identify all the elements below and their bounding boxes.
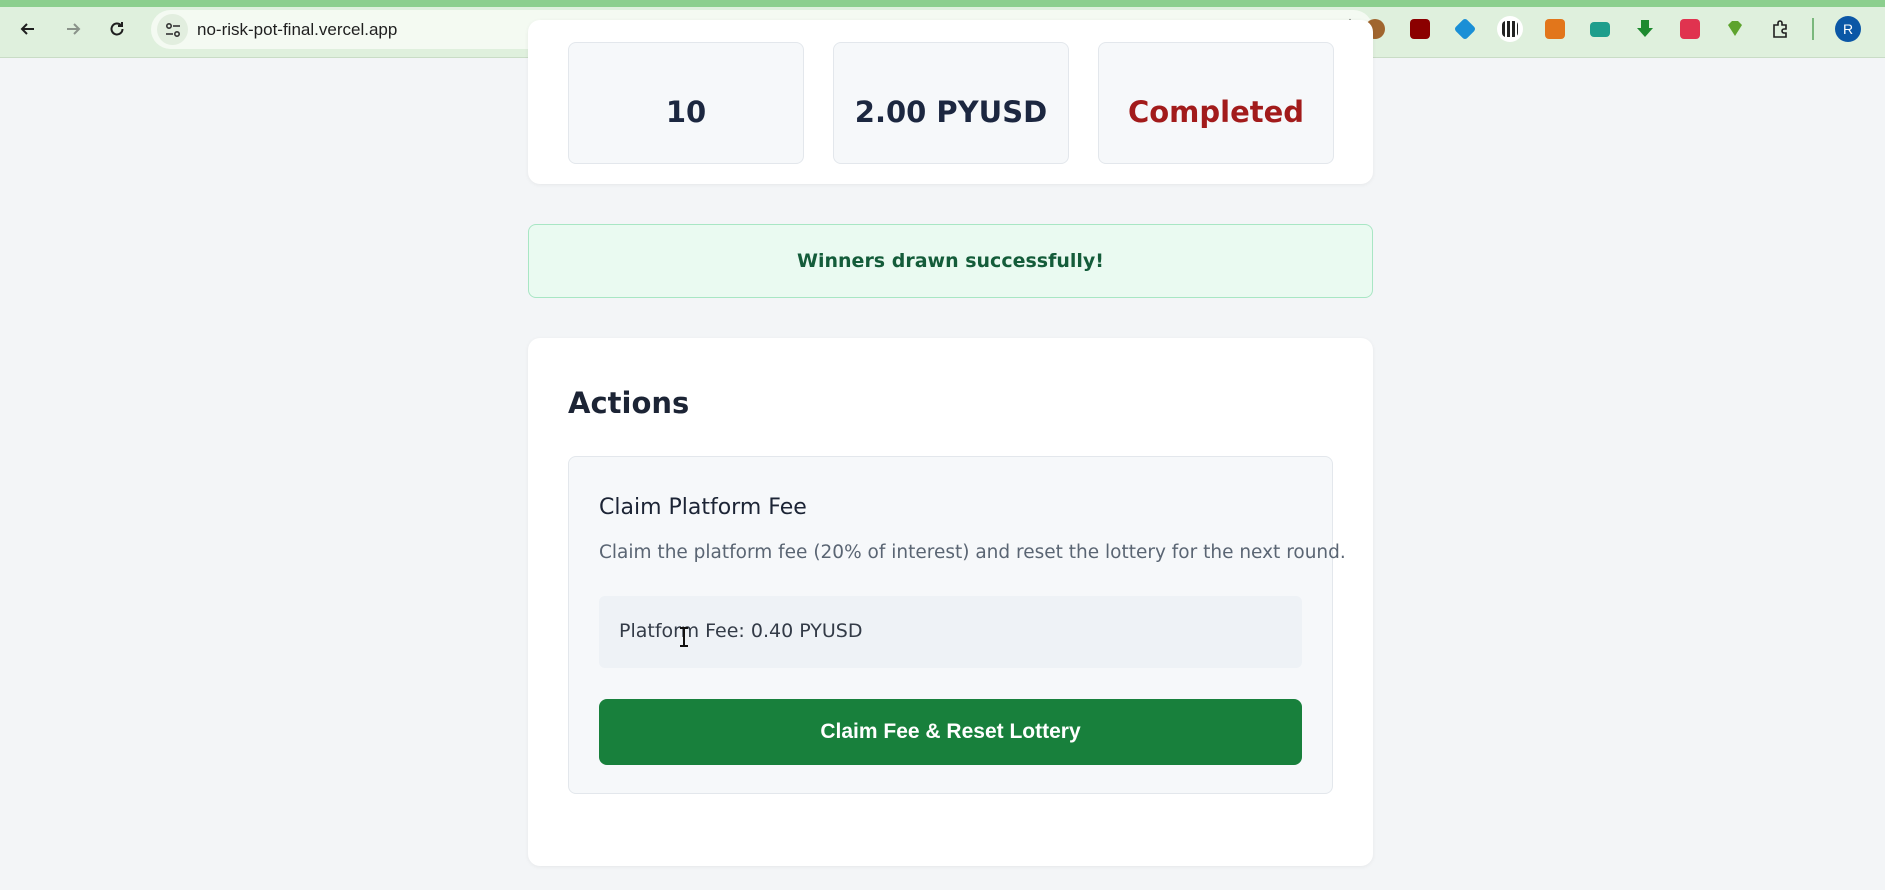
- back-button[interactable]: [13, 14, 43, 44]
- claim-fee-reset-button[interactable]: Claim Fee & Reset Lottery: [599, 699, 1302, 765]
- mail-extension-button[interactable]: [1587, 16, 1613, 42]
- claim-fee-description: Claim the platform fee (20% of interest)…: [599, 542, 1346, 563]
- platform-fee-box: Platform Fee: 0.40 PYUSD: [599, 596, 1302, 668]
- stat-participants: 10: [568, 42, 804, 164]
- pocket-save-icon: [1680, 19, 1700, 39]
- reload-button[interactable]: [102, 14, 132, 44]
- metamask-fox-icon: [1545, 19, 1565, 39]
- profile-avatar[interactable]: R: [1835, 16, 1861, 42]
- forward-button[interactable]: [58, 14, 88, 44]
- mail-icon: [1590, 21, 1610, 37]
- status-value: Completed: [1127, 95, 1305, 129]
- diamond-extension-button[interactable]: [1722, 16, 1748, 42]
- arrow-right-icon: [67, 23, 81, 35]
- stat-value: 2.00 PYUSD: [854, 95, 1048, 129]
- platform-fee-text: Platform Fee: 0.40 PYUSD: [619, 620, 863, 642]
- tune-icon: [165, 22, 180, 37]
- url-text[interactable]: no-risk-pot-final.vercel.app: [197, 20, 397, 40]
- metamask-extension-button[interactable]: [1542, 16, 1568, 42]
- blue-cube-extension-button[interactable]: [1452, 16, 1478, 42]
- claim-fee-title: Claim Platform Fee: [599, 495, 807, 520]
- stat-prize-pool: 2.00 PYUSD: [833, 42, 1069, 164]
- green-diamond-icon: [1728, 21, 1742, 36]
- site-info-button[interactable]: [157, 14, 188, 45]
- claim-fee-panel: Claim Platform Fee Claim the platform fe…: [568, 456, 1346, 794]
- puzzle-extensions-icon: [1773, 20, 1787, 38]
- reload-icon: [110, 22, 124, 36]
- download-extension-button[interactable]: [1632, 16, 1658, 42]
- success-alert: Winners drawn successfully!: [528, 224, 1373, 298]
- ublock-icon: [1410, 19, 1430, 39]
- stat-status: Completed: [1098, 42, 1334, 164]
- toolbar-divider: [1812, 18, 1814, 40]
- save-extension-button[interactable]: [1677, 16, 1703, 42]
- extensions-menu-button[interactable]: [1768, 16, 1794, 42]
- download-arrow-icon: [1637, 20, 1653, 37]
- tab-strip-edge: [0, 0, 1885, 7]
- qr-code-icon: [1502, 21, 1518, 37]
- arrow-left-icon: [20, 23, 34, 35]
- text-cursor-icon: [680, 627, 688, 647]
- ublock-extension-button[interactable]: [1407, 16, 1433, 42]
- blue-cube-icon: [1453, 17, 1477, 41]
- lottery-stats-card: 10 2.00 PYUSD Completed: [528, 20, 1373, 184]
- qr-extension-button[interactable]: [1497, 16, 1523, 42]
- stat-value: 10: [665, 95, 707, 129]
- actions-heading: Actions: [568, 386, 690, 420]
- actions-card: Actions Claim Platform Fee Claim the pla…: [528, 338, 1373, 866]
